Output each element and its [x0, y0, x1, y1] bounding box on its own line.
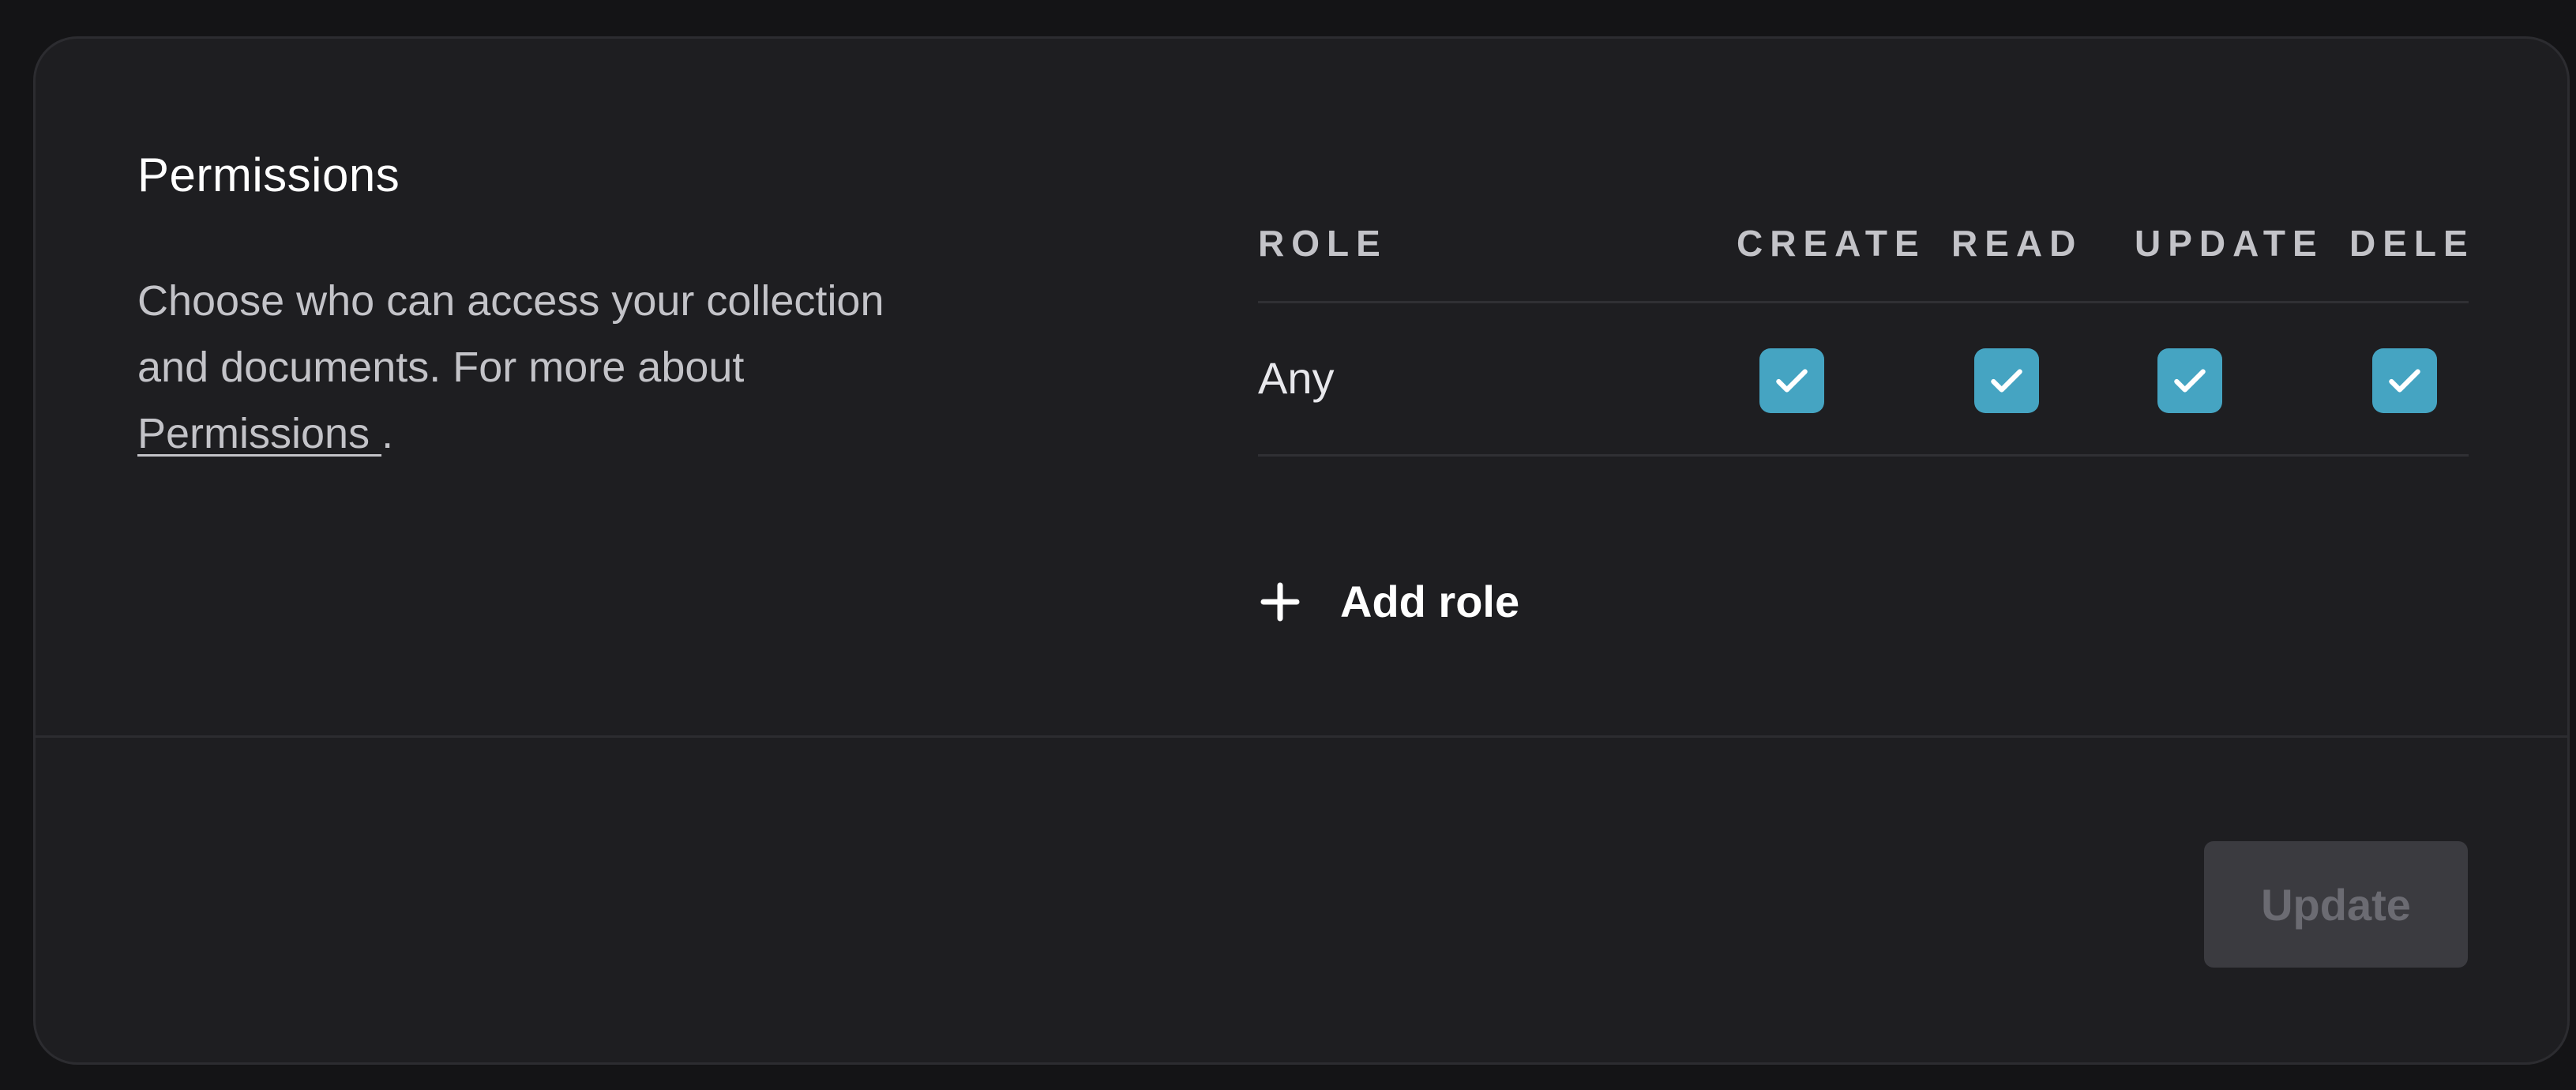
check-icon: [2389, 369, 2420, 393]
plus-icon: [1260, 582, 1300, 621]
table-row-divider: [1258, 454, 2469, 457]
footer-divider: [36, 735, 2567, 738]
check-icon: [2174, 369, 2206, 393]
column-header-role: ROLE: [1258, 223, 1388, 264]
description-end: .: [381, 410, 394, 457]
description-text: Choose who can access your collection an…: [137, 277, 884, 391]
add-role-button[interactable]: Add role: [1258, 576, 1519, 627]
section-title: Permissions: [137, 148, 400, 201]
permissions-card: Permissions Choose who can access your c…: [33, 36, 2570, 1065]
table-header-divider: [1258, 301, 2469, 303]
update-button[interactable]: Update: [2204, 841, 2468, 968]
column-header-read: READ: [1951, 223, 2083, 264]
column-header-update: UPDATE: [2135, 223, 2324, 264]
section-description: Choose who can access your collection an…: [137, 268, 927, 467]
delete-permission-checkbox[interactable]: [2372, 348, 2437, 413]
permissions-table: ROLE CREATE READ UPDATE DELETE Any: [1258, 39, 2469, 544]
create-permission-checkbox[interactable]: [1759, 348, 1824, 413]
add-role-label: Add role: [1340, 577, 1520, 626]
permissions-docs-link[interactable]: Permissions: [137, 410, 381, 457]
check-icon: [1991, 369, 2022, 393]
role-name: Any: [1258, 353, 1335, 403]
column-header-delete: DELETE: [2349, 223, 2469, 264]
update-permission-checkbox[interactable]: [2157, 348, 2222, 413]
read-permission-checkbox[interactable]: [1974, 348, 2039, 413]
column-header-create: CREATE: [1737, 223, 1926, 264]
check-icon: [1776, 369, 1808, 393]
